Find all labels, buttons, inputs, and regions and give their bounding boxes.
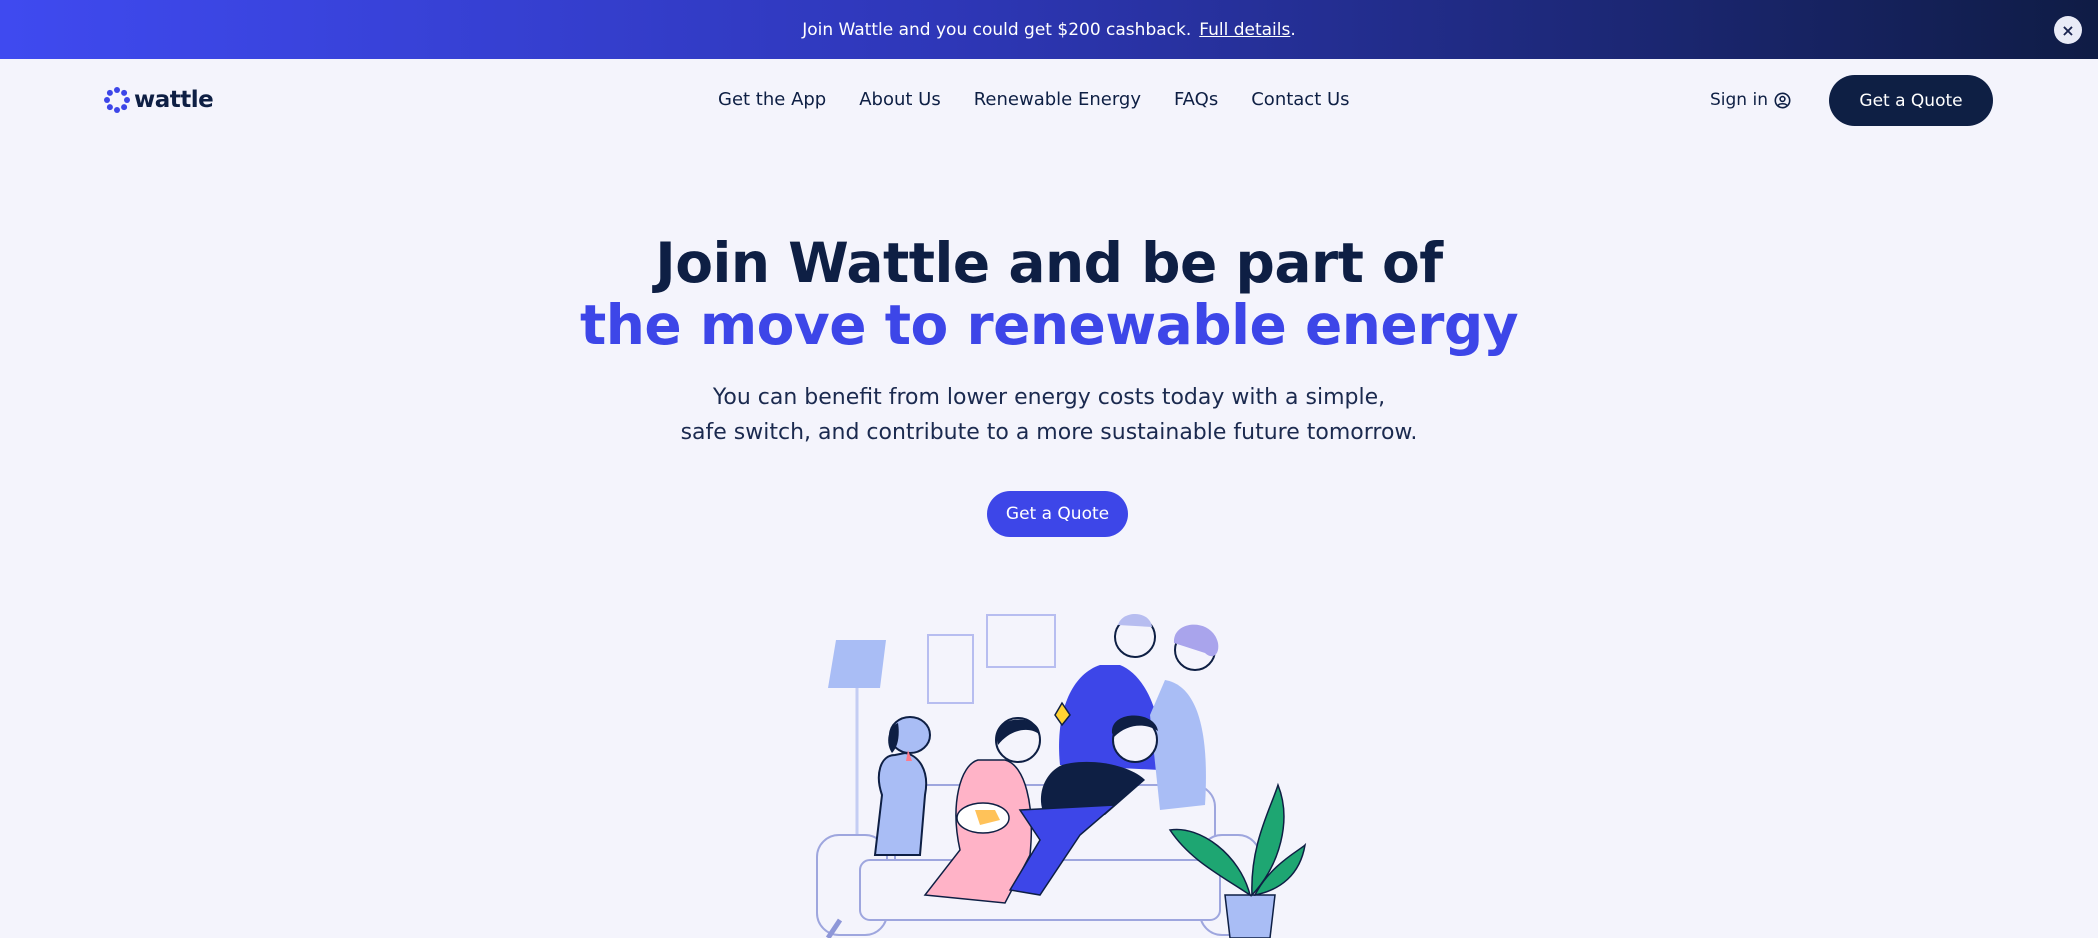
hero-subtitle-line1: You can benefit from lower energy costs … — [712, 385, 1386, 410]
dog — [873, 716, 931, 856]
grandmother — [1150, 624, 1219, 810]
logo[interactable]: wattle — [104, 87, 214, 113]
main-nav: wattle Get the App About Us Renewable En… — [0, 59, 2098, 143]
promo-message: Join Wattle and you could get $200 cashb… — [802, 19, 1192, 40]
nav-link-contact-us[interactable]: Contact Us — [1251, 89, 1349, 110]
hero-title-line2: the move to renewable energy — [579, 293, 1519, 357]
sign-in-link[interactable]: Sign in — [1710, 90, 1791, 110]
close-icon[interactable]: × — [2054, 16, 2082, 44]
picture-frame-left — [927, 634, 974, 704]
nav-link-faqs[interactable]: FAQs — [1174, 89, 1218, 110]
cat — [956, 802, 1010, 834]
nav-link-get-the-app[interactable]: Get the App — [718, 89, 826, 110]
sign-in-label: Sign in — [1710, 90, 1768, 110]
get-a-quote-button-nav[interactable]: Get a Quote — [1829, 75, 1993, 126]
hero-subtitle-line2: safe switch, and contribute to a more su… — [680, 420, 1418, 445]
promo-full-details-link[interactable]: Full details — [1199, 20, 1290, 40]
hero: Join Wattle and be part of the move to r… — [0, 232, 2098, 450]
nav-links: Get the App About Us Renewable Energy FA… — [718, 89, 1350, 110]
floor-lamp — [828, 640, 886, 855]
picture-frame-right — [986, 614, 1056, 668]
nav-link-about-us[interactable]: About Us — [859, 89, 941, 110]
wattle-burst-icon — [104, 87, 130, 113]
hero-title-line1: Join Wattle and be part of — [655, 231, 1443, 295]
promo-banner: Join Wattle and you could get $200 cashb… — [0, 0, 2098, 59]
get-a-quote-button-hero[interactable]: Get a Quote — [987, 491, 1128, 537]
family-illustration — [816, 613, 1307, 938]
nav-link-renewable-energy[interactable]: Renewable Energy — [974, 89, 1141, 110]
hero-subtitle: You can benefit from lower energy costs … — [0, 380, 2098, 450]
promo-period: . — [1290, 19, 1296, 40]
logo-text: wattle — [134, 87, 214, 113]
user-circle-icon — [1774, 92, 1791, 108]
